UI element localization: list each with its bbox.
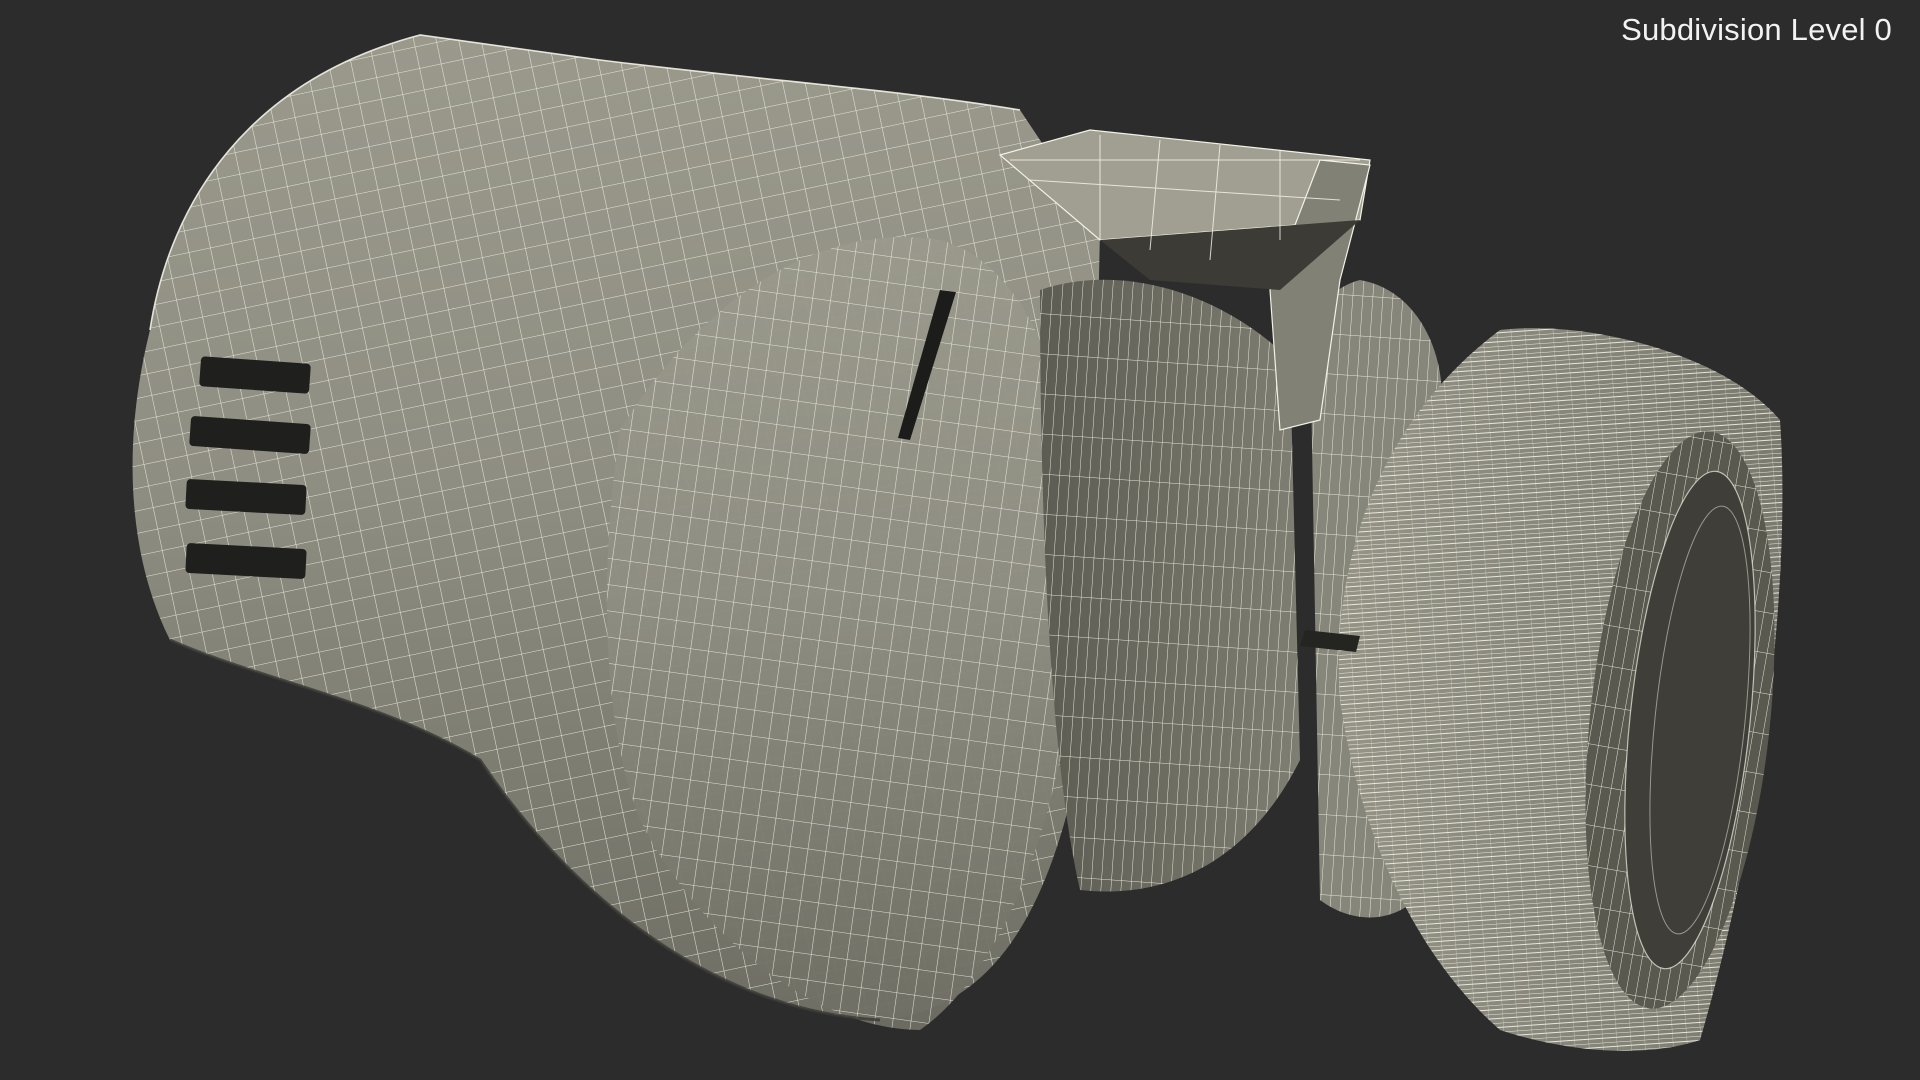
3d-viewport[interactable]: Subdivision Level 0 [0, 0, 1920, 1080]
subdivision-level-label: Subdivision Level 0 [1621, 12, 1892, 47]
inner-cylinder [1040, 279, 1300, 892]
wireframe-render [132, 34, 1783, 1051]
